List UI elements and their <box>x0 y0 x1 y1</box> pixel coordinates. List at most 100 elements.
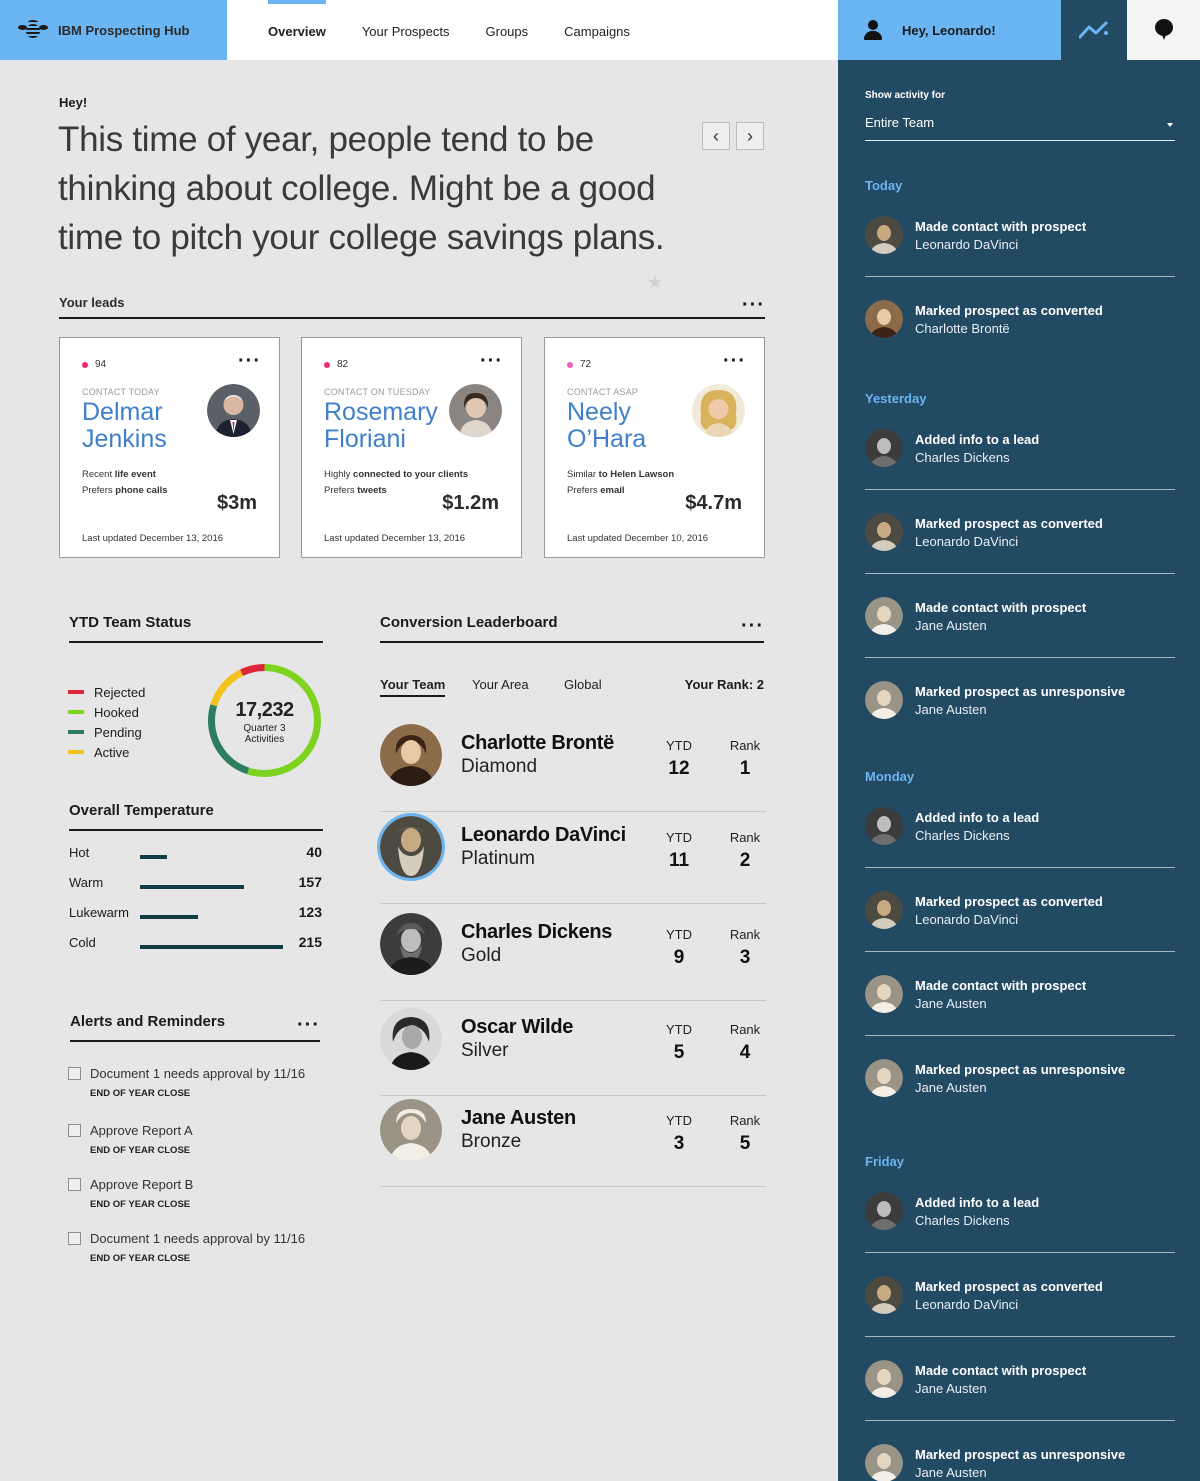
activity-item[interactable]: Marked prospect as converted Leonardo DaV… <box>865 490 1175 574</box>
chat-button[interactable] <box>1127 0 1200 60</box>
leader-tier: Platinum <box>461 848 535 869</box>
leaderboard-tabs: Your Team Your Area Global Your Rank: 2 <box>380 677 764 697</box>
ytd-status-title: YTD Team Status <box>69 614 192 631</box>
activity-day-label: Monday <box>865 769 915 784</box>
your-rank: Your Rank: 2 <box>684 677 764 692</box>
lead-score: 72 <box>567 359 591 370</box>
user-menu[interactable]: Hey, Leonardo! <box>838 0 1061 60</box>
leader-ytd: 3 <box>673 1133 685 1154</box>
leader-rank: 4 <box>739 1042 751 1063</box>
activity-day-label: Friday <box>865 1154 905 1169</box>
more-options-icon[interactable]: ··· <box>723 351 746 371</box>
activity-person: Jane Austen <box>915 1381 987 1396</box>
activity-person: Charles Dickens <box>915 450 1010 465</box>
leaderboard-row[interactable]: Oscar Wilde Silver YTD Rank 5 4 <box>380 1004 766 1096</box>
activity-item[interactable]: Marked prospect as converted Leonardo DaV… <box>865 1253 1175 1337</box>
lead-score: 94 <box>82 359 106 370</box>
activity-item[interactable]: Added info to a lead Charles Dickens <box>865 1169 1175 1253</box>
brand[interactable]: IBM Prospecting Hub <box>0 0 227 60</box>
activity-day-label: Today <box>865 178 903 193</box>
leads-title: Your leads <box>59 295 125 310</box>
leader-rank: 3 <box>739 947 751 968</box>
star-icon[interactable]: ★ <box>647 272 663 293</box>
activity-person: Jane Austen <box>915 1465 987 1480</box>
more-options-icon[interactable]: ··· <box>741 616 764 636</box>
activity-action: Marked prospect as unresponsive <box>915 1447 1126 1462</box>
lead-score: 82 <box>324 359 348 370</box>
lead-card[interactable]: 94 ··· CONTACT TODAY Delmar Jenkins Rece… <box>59 337 280 558</box>
tab-global[interactable]: Global <box>564 677 602 695</box>
lead-detail-2: Prefers email <box>567 485 625 496</box>
alert-checkbox[interactable] <box>68 1124 81 1137</box>
activity-person: Charles Dickens <box>915 828 1010 843</box>
leaderboard-row[interactable]: Leonardo DaVinci Platinum YTD Rank 11 2 <box>380 812 766 904</box>
alert-checkbox[interactable] <box>68 1178 81 1191</box>
activity-item[interactable]: Added info to a lead Charles Dickens <box>865 406 1175 490</box>
activity-item[interactable]: Made contact with prospect Jane Austen <box>865 1337 1175 1421</box>
activity-item[interactable]: Added info to a lead Charles Dickens <box>865 784 1175 868</box>
leader-portrait <box>380 724 442 786</box>
activity-avatar <box>865 1360 903 1398</box>
leaderboard-row[interactable]: Charles Dickens Gold YTD Rank 9 3 <box>380 909 766 1001</box>
lead-amount: $3m <box>216 492 257 514</box>
donut-total: 17,232 <box>235 699 294 721</box>
activity-button[interactable] <box>1061 0 1127 60</box>
score-dot-icon <box>82 361 88 368</box>
alert-checkbox[interactable] <box>68 1232 81 1245</box>
temperature-bar <box>140 885 244 889</box>
leader-tier: Bronze <box>461 1131 522 1152</box>
hero-greeting: Hey! <box>59 95 88 110</box>
leaderboard-row[interactable]: Jane Austen Bronze YTD Rank 3 5 <box>380 1095 766 1187</box>
activity-action: Added info to a lead <box>915 1195 1040 1210</box>
leaderboard-row[interactable]: Charlotte Brontë Diamond YTD Rank 12 1 <box>380 720 766 812</box>
lead-contact-when: CONTACT ON TUESDAY <box>324 387 431 397</box>
donut-label: Quarter 3 Activities <box>243 723 286 745</box>
activity-avatar <box>865 1276 903 1314</box>
tab-your-area[interactable]: Your Area <box>472 677 529 695</box>
activity-item[interactable]: Made contact with prospect Leonardo DaVin… <box>865 193 1175 277</box>
activity-item[interactable]: Made contact with prospect Jane Austen <box>865 574 1175 658</box>
brand-name: IBM Prospecting Hub <box>58 22 190 38</box>
leader-portrait <box>380 1008 442 1070</box>
activity-avatar <box>865 300 903 338</box>
alert-checkbox[interactable] <box>68 1067 81 1080</box>
lead-card[interactable]: 82 ··· CONTACT ON TUESDAY Rosemary Flori… <box>301 337 522 558</box>
more-options-icon[interactable]: ··· <box>297 1015 320 1035</box>
alerts-title: Alerts and Reminders <box>70 1013 226 1030</box>
tab-groups[interactable]: Groups <box>486 0 529 60</box>
activity-item[interactable]: Made contact with prospect Jane Austen <box>865 952 1175 1036</box>
tab-your-prospects[interactable]: Your Prospects <box>362 0 450 60</box>
next-tip-button[interactable]: › <box>736 122 764 150</box>
more-options-icon[interactable]: ··· <box>238 351 261 371</box>
activity-item[interactable]: Marked prospect as converted Leonardo DaV… <box>865 868 1175 952</box>
lead-name: Rosemary Floriani <box>324 398 438 453</box>
temperature-bar <box>140 915 198 919</box>
activity-filter-select[interactable]: Entire Team <box>865 115 1175 141</box>
activity-avatar <box>865 513 903 551</box>
activity-action: Added info to a lead <box>915 810 1040 825</box>
lead-contact-when: CONTACT TODAY <box>82 387 160 397</box>
activity-action: Made contact with prospect <box>915 978 1087 993</box>
leader-rank: 5 <box>739 1133 751 1154</box>
more-options-icon[interactable]: ··· <box>742 295 765 315</box>
prev-tip-button[interactable]: ‹ <box>702 122 730 150</box>
lead-contact-when: CONTACT ASAP <box>567 387 639 397</box>
chat-bubble-icon <box>1154 19 1173 41</box>
temperature-bar <box>140 855 167 859</box>
tab-your-team[interactable]: Your Team <box>380 677 446 697</box>
lead-amount: $1.2m <box>442 492 499 514</box>
tab-campaigns[interactable]: Campaigns <box>564 0 630 60</box>
activity-item[interactable]: Marked prospect as unresponsive Jane Aust… <box>865 658 1175 742</box>
lead-updated: Last updated December 13, 2016 <box>324 533 466 544</box>
activity-item[interactable]: Marked prospect as unresponsive Jane Aust… <box>865 1036 1175 1120</box>
lead-card[interactable]: 72 ··· CONTACT ASAP Neely O’Hara Similar… <box>544 337 765 558</box>
activity-item[interactable]: Marked prospect as converted Charlotte Br… <box>865 277 1175 361</box>
score-dot-icon <box>567 361 573 368</box>
legend-item: Active <box>68 742 145 762</box>
activity-person: Jane Austen <box>915 996 987 1011</box>
activity-avatar <box>865 1059 903 1097</box>
lead-detail-1: Recent life event <box>82 469 156 480</box>
tab-overview[interactable]: Overview <box>268 0 326 60</box>
activity-item[interactable]: Marked prospect as unresponsive Jane Aust… <box>865 1421 1175 1481</box>
more-options-icon[interactable]: ··· <box>480 351 503 371</box>
